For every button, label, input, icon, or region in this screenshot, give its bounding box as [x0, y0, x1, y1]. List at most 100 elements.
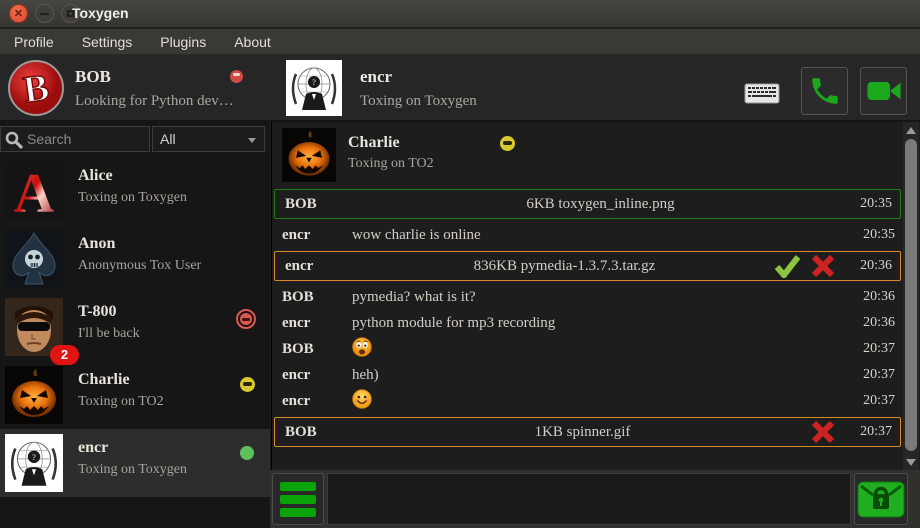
- contact-row-encr[interactable]: ? encr Toxing on Toxygen: [0, 429, 270, 497]
- bob-avatar-icon: B: [8, 60, 64, 116]
- contact-status-message: Toxing on TO2: [78, 394, 164, 410]
- online-status-icon: [240, 446, 254, 460]
- message-text: pymedia? what is it?: [352, 289, 849, 306]
- scrollbar-handle[interactable]: [905, 139, 917, 451]
- contact-row-alice[interactable]: A Alice Toxing on Toxygen: [0, 157, 270, 225]
- smiling-face-emoji-icon: [352, 389, 372, 409]
- titlebar[interactable]: ✕ Toxygen: [0, 0, 920, 28]
- message-sender: encr: [272, 367, 352, 384]
- contact-name: encr: [78, 439, 108, 457]
- message-text: wow charlie is online: [352, 227, 849, 244]
- contact-name: Anon: [78, 235, 115, 253]
- message-row: BOB 20:37: [272, 336, 903, 362]
- message-input[interactable]: [327, 473, 851, 525]
- contact-status-message: Toxing on Toxygen: [78, 462, 187, 478]
- message-text: heh): [352, 367, 849, 384]
- contact-status-message: I'll be back: [78, 326, 140, 342]
- contact-filter-dropdown[interactable]: All: [152, 126, 265, 152]
- self-avatar[interactable]: B: [8, 60, 64, 116]
- keyboard-icon: [744, 81, 780, 105]
- menu-about[interactable]: About: [224, 34, 281, 50]
- window-minimize-button[interactable]: [35, 4, 54, 23]
- menu-plugins[interactable]: Plugins: [150, 34, 216, 50]
- message-time: 20:37: [849, 393, 903, 409]
- check-icon: [774, 254, 800, 278]
- message-row: encr heh) 20:37: [272, 362, 903, 388]
- shocked-face-emoji-icon: [352, 337, 372, 357]
- message-time: 20:35: [846, 196, 900, 212]
- chevron-down-icon: [248, 138, 256, 143]
- scroll-down-arrow[interactable]: [903, 455, 919, 469]
- file-transfer-row: encr 836KB pymedia-1.3.7.3.tar.gz 20:36: [274, 251, 901, 281]
- cross-icon: [811, 420, 835, 444]
- message-time: 20:37: [849, 341, 903, 357]
- search-icon: [4, 130, 24, 150]
- self-status-message[interactable]: Looking for Python dev…: [75, 93, 234, 110]
- audio-call-button[interactable]: [801, 67, 848, 115]
- search-input[interactable]: [27, 127, 147, 151]
- send-message-button[interactable]: [854, 473, 908, 525]
- charlie-avatar: [282, 128, 336, 182]
- message-sender: encr: [275, 258, 355, 275]
- file-transfer-name: 836KB pymedia-1.3.7.3.tar.gz: [355, 258, 774, 275]
- menubar: Profile Settings Plugins About: [0, 29, 920, 55]
- chat-contact-item-charlie[interactable]: Charlie Toxing on TO2: [272, 122, 903, 186]
- chat-scrollbar[interactable]: [903, 122, 919, 470]
- chat-menu-button[interactable]: [272, 473, 324, 525]
- message-time: 20:37: [846, 424, 900, 440]
- message-row: BOB pymedia? what is it? 20:36: [272, 284, 903, 310]
- minimize-icon: [40, 13, 49, 15]
- contact-filter-value: All: [160, 131, 176, 147]
- busy-status-icon: [236, 309, 256, 329]
- typing-keyboard-icon[interactable]: [744, 81, 780, 105]
- contact-name: Alice: [78, 167, 113, 185]
- contact-row-t800[interactable]: T-800 I'll be back 2: [0, 293, 270, 361]
- chat-contact-status-message: Toxing on TO2: [348, 156, 434, 172]
- encrypted-send-icon: [857, 479, 905, 519]
- anon-avatar: [5, 230, 63, 288]
- top-panel: B BOB Looking for Python dev… ? en: [0, 55, 920, 122]
- contact-row-charlie[interactable]: Charlie Toxing on TO2: [0, 361, 270, 429]
- message-time: 20:35: [849, 227, 903, 243]
- video-camera-icon: [866, 76, 902, 106]
- contact-name: T-800: [78, 303, 117, 321]
- accept-transfer-button[interactable]: [774, 254, 800, 278]
- message-time: 20:36: [846, 258, 900, 274]
- contact-row-anon[interactable]: Anon Anonymous Tox User: [0, 225, 270, 293]
- scroll-up-arrow[interactable]: [903, 123, 919, 137]
- away-status-icon: [240, 377, 255, 392]
- hamburger-icon: [280, 482, 316, 491]
- file-transfer-row: BOB 1KB spinner.gif 20:37: [274, 417, 901, 447]
- cross-icon: [811, 254, 835, 278]
- search-box[interactable]: [0, 126, 150, 152]
- message-row: encr python module for mp3 recording 20:…: [272, 310, 903, 336]
- menu-settings[interactable]: Settings: [72, 34, 143, 50]
- chat-contact-name: Charlie: [348, 134, 400, 152]
- contacts-sidebar: All A Alice Toxing on Toxygen: [0, 122, 270, 528]
- svg-text:?: ?: [312, 78, 316, 87]
- contact-name: Charlie: [78, 371, 130, 389]
- contact-status-message: Toxing on Toxygen: [78, 190, 187, 206]
- search-row: All: [0, 126, 270, 152]
- active-chat-status-message: Toxing on Toxygen: [360, 93, 477, 110]
- away-status-icon: [500, 136, 515, 151]
- file-transfer-row: BOB 6KB toxygen_inline.png 20:35: [274, 189, 901, 219]
- decline-transfer-button[interactable]: [810, 420, 836, 444]
- message-sender: encr: [272, 315, 352, 332]
- triangle-up-icon: [906, 127, 916, 134]
- svg-text:?: ?: [32, 453, 36, 462]
- video-call-button[interactable]: [860, 67, 907, 115]
- message-time: 20:37: [849, 367, 903, 383]
- self-name[interactable]: BOB: [75, 67, 111, 87]
- message-sender: BOB: [275, 196, 355, 213]
- contact-status-message: Anonymous Tox User: [78, 258, 201, 274]
- message-emoji: [352, 337, 849, 362]
- message-emoji: [352, 389, 849, 414]
- decline-transfer-button[interactable]: [810, 254, 836, 278]
- phone-icon: [808, 74, 842, 108]
- active-chat-name: encr: [360, 67, 392, 87]
- window-close-button[interactable]: ✕: [9, 4, 28, 23]
- svg-text:A: A: [14, 163, 55, 220]
- self-busy-status-icon[interactable]: [230, 70, 243, 83]
- menu-profile[interactable]: Profile: [4, 34, 64, 50]
